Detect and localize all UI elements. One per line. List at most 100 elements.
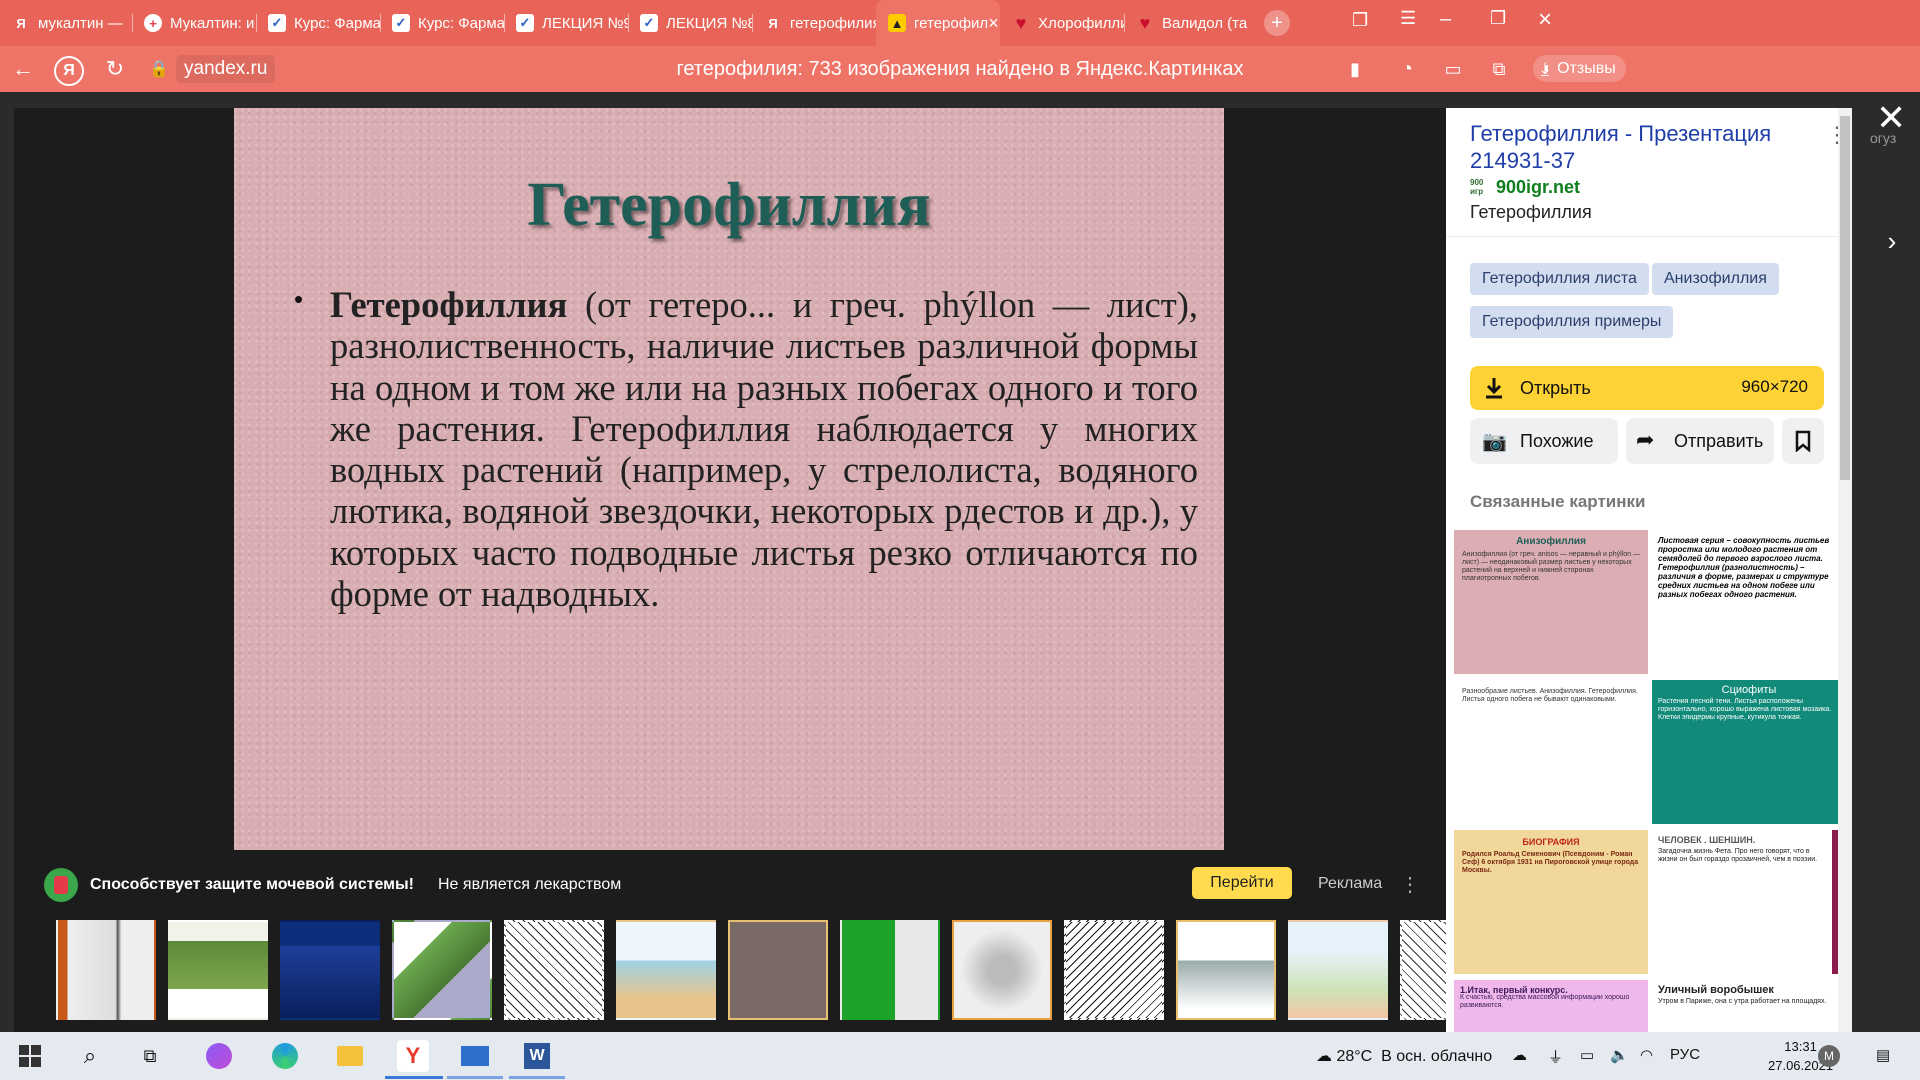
yandex-browser-icon[interactable]: Y [397, 1040, 429, 1072]
new-tab-button[interactable]: + [1264, 10, 1290, 36]
bookmark-icon[interactable]: ▮ [1340, 54, 1370, 84]
related-image[interactable]: Листовая серия – совокупность листьев пр… [1652, 530, 1838, 674]
wifi-icon[interactable]: ◠ [1640, 1046, 1653, 1064]
related-image[interactable]: Анизофиллия Анизофиллия (от греч. anisos… [1454, 530, 1648, 674]
file-explorer-icon[interactable] [334, 1040, 366, 1072]
ad-logo-icon [44, 868, 78, 902]
tab-1[interactable]: Ямукалтин — [0, 0, 132, 46]
restore-icon[interactable]: ❐ [1490, 8, 1506, 29]
close-tab-icon[interactable]: × [988, 13, 999, 34]
mail-icon[interactable] [459, 1040, 491, 1072]
battery-icon[interactable]: ▭ [1580, 1046, 1594, 1064]
battery-saver-icon[interactable]: ▭ [1438, 54, 1468, 84]
tab-label: гетерофил [914, 14, 989, 32]
preview-image[interactable]: Гетерофиллия • Гетерофиллия (от гетеро..… [234, 108, 1224, 850]
related-caption: БИОГРАФИЯ [1522, 837, 1580, 847]
tab-label: Мукалтин: и [170, 14, 255, 32]
camera-icon: 📷 [1482, 431, 1507, 453]
panel-scrollbar[interactable] [1838, 108, 1852, 1033]
reviews-label: Отзывы [1557, 60, 1616, 77]
download-icon [1486, 378, 1502, 399]
ad-go-button[interactable]: Перейти [1192, 867, 1292, 899]
weather-widget[interactable]: ☁ 28°C В осн. облачно [1316, 1046, 1492, 1066]
share-label: Отправить [1674, 431, 1764, 451]
related-image[interactable]: Сциофиты Растения лесной тени. Листья ра… [1652, 680, 1838, 824]
related-text: Разнообразие листьев. Анизофиллия. Гетер… [1462, 688, 1638, 703]
menu-icon[interactable]: ☰ [1400, 8, 1416, 29]
thumbnail[interactable] [840, 920, 940, 1020]
temperature: 28°C [1336, 1048, 1373, 1065]
page-title[interactable]: гетерофилия: 733 изображения найдено в Я… [0, 58, 1920, 81]
tab-3[interactable]: ✓ Курс: Фарма [256, 0, 380, 46]
thumbnail[interactable] [1400, 920, 1446, 1020]
tab-5[interactable]: ✓ ЛЕКЦИЯ №9 [504, 0, 628, 46]
related-image[interactable]: Уличный воробышек Утром в Париже, она с … [1652, 980, 1838, 1033]
heart-icon: ♥ [1015, 12, 1027, 33]
thumbnail[interactable] [1176, 920, 1276, 1020]
onedrive-icon[interactable]: ☁ [1512, 1046, 1527, 1064]
tab-9[interactable]: ♥ Хлорофилли [1000, 0, 1124, 46]
tab-2[interactable]: + Мукалтин: и [132, 0, 256, 46]
weather-text: В осн. облачно [1381, 1048, 1493, 1065]
thumbnail[interactable] [1064, 920, 1164, 1020]
tab-8-active[interactable]: ▲ гетерофил × [876, 0, 1000, 46]
thumbnail[interactable] [1288, 920, 1388, 1020]
related-image[interactable]: 1.Итак, первый конкурс. К счастью, средс… [1454, 980, 1648, 1033]
close-viewer-icon[interactable]: ✕ [1876, 100, 1906, 136]
thumbnail[interactable] [504, 920, 604, 1020]
related-image[interactable]: Разнообразие листьев. Анизофиллия. Гетер… [1454, 680, 1648, 824]
close-window-icon[interactable]: × [1538, 6, 1552, 34]
next-image-icon[interactable]: › [1872, 226, 1912, 266]
more-options-icon[interactable]: ⋮ [1826, 122, 1838, 148]
bookmark-button[interactable] [1782, 418, 1824, 464]
scrollbar-thumb[interactable] [1840, 116, 1850, 480]
tag-chip[interactable]: Анизофиллия [1652, 263, 1779, 295]
slide-bullet: • [294, 284, 304, 314]
thumbnail[interactable] [168, 920, 268, 1020]
heart-icon: ♥ [1139, 12, 1151, 33]
usb-icon[interactable]: ⏚ [1548, 1046, 1563, 1067]
word-icon[interactable]: W [521, 1040, 553, 1072]
related-caption: 1.Итак, первый конкурс. [1460, 985, 1568, 995]
volume-icon[interactable]: 🔈 [1610, 1046, 1629, 1064]
source-title[interactable]: Гетерофиллия - Презентация 214931-37 [1470, 120, 1800, 174]
active-app-indicator [385, 1076, 443, 1079]
alice-icon[interactable] [203, 1040, 235, 1072]
start-icon[interactable] [14, 1040, 46, 1072]
ad-title[interactable]: Способствует защите мочевой системы! [90, 876, 414, 894]
downloads-icon[interactable]: ⤓ [1530, 54, 1560, 84]
thumbnail[interactable] [616, 920, 716, 1020]
tabs-overview-icon[interactable]: ❐ [1352, 10, 1368, 31]
related-image[interactable]: БИОГРАФИЯ Родился Роальд Семенович (Псев… [1454, 830, 1648, 974]
tab-7[interactable]: Ягетерофилия [752, 0, 876, 46]
thumbnail[interactable] [56, 920, 156, 1020]
related-text: Анизофиллия (от греч. anisos — неравный … [1462, 551, 1640, 582]
tag-chip[interactable]: Гетерофиллия листа [1470, 263, 1649, 295]
tab-6[interactable]: ✓ ЛЕКЦИЯ №8 [628, 0, 752, 46]
share-button[interactable]: ➦ Отправить [1626, 418, 1774, 464]
task-view-icon[interactable]: ⧉ [134, 1040, 166, 1072]
tab-4[interactable]: ✓ Курс: Фарма [380, 0, 504, 46]
ad-more-icon[interactable]: ⋮ [1400, 872, 1420, 897]
extensions-icon[interactable]: ⧉ [1484, 54, 1514, 84]
tab-10[interactable]: ♥ Валидол (таб [1124, 0, 1248, 46]
app-indicator [447, 1076, 503, 1079]
thumbnail[interactable] [280, 920, 380, 1020]
source-site[interactable]: 900igr.net [1496, 177, 1580, 198]
related-image[interactable]: ЧЕЛОВЕК . ШЕНШИН. Загадочна жизнь Фета. … [1652, 830, 1838, 974]
user-avatar[interactable]: M [1818, 1045, 1840, 1067]
search-icon[interactable]: ⌕ [74, 1040, 106, 1072]
keyboard-language[interactable]: РУС [1670, 1046, 1700, 1063]
open-button[interactable]: Открыть 960×720 [1470, 366, 1824, 410]
thumbnail[interactable] [952, 920, 1052, 1020]
edge-icon[interactable] [269, 1040, 301, 1072]
similar-button[interactable]: 📷 Похожие [1470, 418, 1618, 464]
protect-icon[interactable]: ◔ [1392, 54, 1422, 84]
notifications-icon[interactable]: ▤ [1876, 1046, 1890, 1064]
thumbnail-strip [56, 920, 1446, 1020]
minimize-icon[interactable]: – [1440, 8, 1451, 31]
thumbnail-selected[interactable] [728, 920, 828, 1020]
tag-chip[interactable]: Гетерофиллия примеры [1470, 306, 1674, 338]
thumbnail[interactable] [392, 920, 492, 1020]
image-info-panel: Гетерофиллия - Презентация 214931-37 ⋮ 9… [1446, 108, 1838, 1033]
